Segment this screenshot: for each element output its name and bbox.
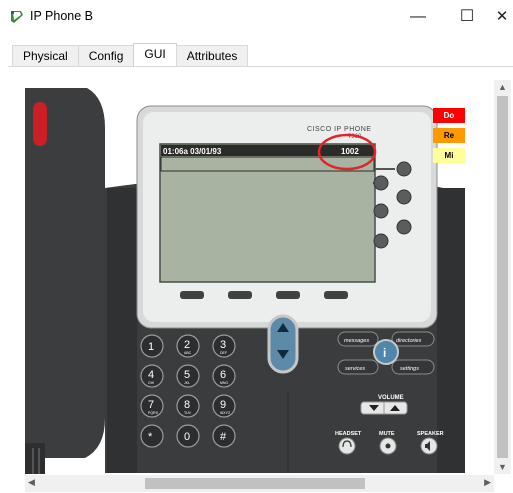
title-bar: IP Phone B — ☐ ✕ <box>0 0 513 34</box>
brand-label: CISCO IP PHONE <box>307 126 371 133</box>
keypad-letters: PQRS <box>148 411 159 415</box>
scroll-right-icon[interactable]: ▶ <box>484 477 491 488</box>
keypad-letters: TUV <box>184 411 192 415</box>
keypad-digit: # <box>220 431 227 443</box>
status-tag-mi: Mi <box>433 148 465 163</box>
scroll-up-icon[interactable]: ▲ <box>498 82 507 92</box>
speaker-label: SPEAKER <box>417 431 444 437</box>
line-button-1[interactable] <box>396 161 412 177</box>
scroll-down-icon[interactable]: ▼ <box>498 462 507 472</box>
keypad-key-3[interactable]: 3DEF <box>212 334 236 358</box>
keypad-digit: 1 <box>148 341 154 353</box>
window-title: IP Phone B <box>30 9 94 23</box>
settings-label: settings <box>400 366 419 372</box>
tab-gui[interactable]: GUI <box>133 43 177 67</box>
app-icon <box>11 11 23 23</box>
status-tag-do: Do <box>433 108 465 123</box>
keypad-key-pound[interactable]: # <box>212 424 236 448</box>
vertical-scrollbar[interactable]: ▲ ▼ <box>494 80 511 474</box>
keypad-letters: DEF <box>220 351 227 355</box>
screen-line-number: 1002 <box>341 147 359 156</box>
handset-cord <box>25 443 45 474</box>
keypad-letters: WXYZ <box>220 411 231 415</box>
mute-icon <box>385 443 391 449</box>
line-button-4[interactable] <box>373 203 389 219</box>
keypad-digit: 7 <box>148 399 154 411</box>
softkey-3[interactable] <box>276 291 300 299</box>
keypad-key-9[interactable]: 9WXYZ <box>212 394 236 418</box>
keypad-key-1[interactable]: 1 <box>140 334 164 358</box>
keypad-digit: * <box>148 431 153 443</box>
horizontal-scrollbar[interactable]: ◀ ▶ <box>25 475 494 492</box>
info-icon: i <box>383 346 386 360</box>
message-waiting-light <box>33 102 47 146</box>
phone-viewport: CISCO IP PHONE 7 9 6 0 01:06a 03/01/93 1002 <box>25 88 493 474</box>
keypad-digit: 0 <box>184 431 190 443</box>
close-button[interactable]: ✕ <box>491 6 513 28</box>
keypad-letters: GHI <box>148 381 154 385</box>
tab-bar: Physical Config GUI Attributes <box>12 43 249 67</box>
volume-label: VOLUME <box>378 395 404 401</box>
phone-illustration: CISCO IP PHONE 7 9 6 0 01:06a 03/01/93 1002 <box>25 88 465 474</box>
keypad-letters: MNO <box>220 381 228 385</box>
headset-label: HEADSET <box>335 431 362 437</box>
keypad-letters: JKL <box>184 381 190 385</box>
services-label: services <box>345 366 365 372</box>
keypad-digit: 8 <box>184 399 190 411</box>
softkey-2[interactable] <box>228 291 252 299</box>
line-button-3[interactable] <box>396 189 412 205</box>
status-tag-re: Re <box>433 128 465 143</box>
keypad-letters: ABC <box>184 351 192 355</box>
softkey-1[interactable] <box>180 291 204 299</box>
horizontal-scroll-thumb[interactable] <box>145 478 365 489</box>
keypad-digit: 4 <box>148 369 154 381</box>
tab-config[interactable]: Config <box>77 45 135 67</box>
keypad-key-star[interactable]: * <box>140 424 164 448</box>
keypad-key-8[interactable]: 8TUV <box>176 394 200 418</box>
keypad-digit: 2 <box>184 339 190 351</box>
line-button-6[interactable] <box>373 233 389 249</box>
screen-datetime: 01:06a 03/01/93 <box>163 147 222 156</box>
vertical-scroll-thumb[interactable] <box>497 96 508 458</box>
keypad-digit: 9 <box>220 399 226 411</box>
body-edge <box>107 188 137 473</box>
mute-label: MUTE <box>379 431 395 437</box>
keypad-digit: 5 <box>184 369 190 381</box>
keypad-key-0[interactable]: 0 <box>176 424 200 448</box>
maximize-button[interactable]: ☐ <box>456 6 478 28</box>
keypad-key-7[interactable]: 7PQRS <box>140 394 164 418</box>
messages-label: messages <box>344 338 369 344</box>
softkey-4[interactable] <box>324 291 348 299</box>
tab-physical[interactable]: Physical <box>12 45 79 67</box>
keypad-key-6[interactable]: 6MNO <box>212 364 236 388</box>
tab-attributes[interactable]: Attributes <box>175 45 249 67</box>
keypad-digit: 6 <box>220 369 226 381</box>
keypad-key-2[interactable]: 2ABC <box>176 334 200 358</box>
minimize-button[interactable]: — <box>407 6 429 28</box>
line-button-2[interactable] <box>373 175 389 191</box>
keypad-key-4[interactable]: 4GHI <box>140 364 164 388</box>
directories-label: directories <box>396 338 422 344</box>
scroll-left-icon[interactable]: ◀ <box>28 477 35 488</box>
line-button-5[interactable] <box>396 219 412 235</box>
keypad-key-5[interactable]: 5JKL <box>176 364 200 388</box>
keypad-digit: 3 <box>220 339 226 351</box>
